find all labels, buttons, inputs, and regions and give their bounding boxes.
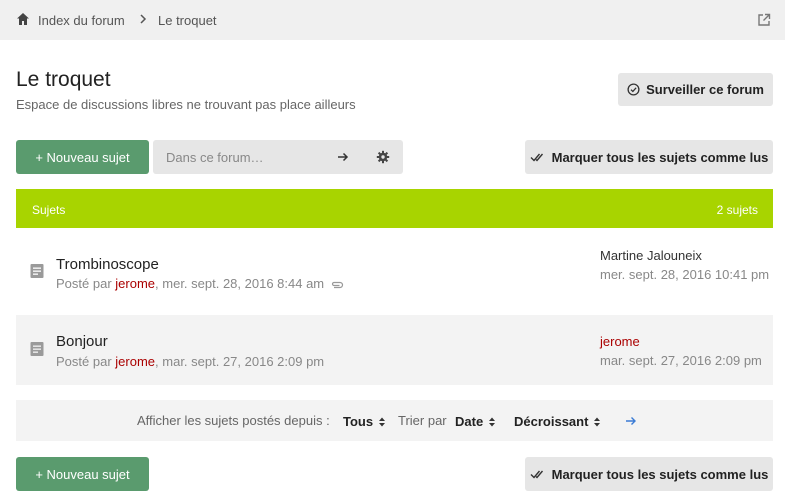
sort-order-select[interactable]: Décroissant xyxy=(514,414,601,429)
arrow-right-icon[interactable] xyxy=(336,150,350,164)
topic-filter-bar: Afficher les sujets postés depuis : Tous… xyxy=(16,400,773,441)
sort-by-label: Trier par xyxy=(398,413,447,428)
author-link[interactable]: jerome xyxy=(115,354,155,369)
last-post-date: mer. sept. 28, 2016 10:41 pm xyxy=(600,267,770,282)
topic-meta: Posté par jerome, mar. sept. 27, 2016 2:… xyxy=(56,354,324,369)
last-post-date: mar. sept. 27, 2016 2:09 pm xyxy=(600,353,762,368)
page-title: Le troquet xyxy=(16,68,111,91)
topic-date: , mer. sept. 28, 2016 8:44 am xyxy=(155,276,325,291)
last-post: Martine Jalouneix mer. sept. 28, 2016 10… xyxy=(600,246,770,284)
check-circle-icon xyxy=(627,83,640,96)
home-icon[interactable] xyxy=(16,12,30,26)
mark-all-read-label: Marquer tous les sujets comme lus xyxy=(551,466,769,482)
sort-by-select[interactable]: Date xyxy=(455,414,496,429)
table-row: Bonjour Posté par jerome, mar. sept. 27,… xyxy=(16,315,773,385)
topic-date: , mar. sept. 27, 2016 2:09 pm xyxy=(155,354,325,369)
show-since-label: Afficher les sujets postés depuis : xyxy=(137,413,330,428)
gear-icon[interactable] xyxy=(376,150,390,164)
document-icon xyxy=(30,264,44,278)
show-since-value: Tous xyxy=(343,414,374,429)
double-check-icon xyxy=(530,470,543,479)
topic-title-link[interactable]: Trombinoscope xyxy=(56,256,159,273)
watch-forum-label: Surveiller ce forum xyxy=(646,82,764,97)
breadcrumb-link-index[interactable]: Index du forum xyxy=(38,13,125,28)
author-link[interactable]: jerome xyxy=(115,276,155,291)
last-post-user[interactable]: jerome xyxy=(600,332,770,351)
arrow-right-icon[interactable] xyxy=(625,415,637,427)
sort-caret-icon xyxy=(489,417,496,426)
forum-search xyxy=(153,140,403,174)
topic-title-link[interactable]: Bonjour xyxy=(56,333,108,350)
last-post: jerome mar. sept. 27, 2016 2:09 pm xyxy=(600,332,770,370)
forum-description: Espace de discussions libres ne trouvant… xyxy=(16,97,356,112)
topics-count: 2 sujets xyxy=(716,203,758,217)
breadcrumb-bar: Index du forum Le troquet xyxy=(0,0,785,40)
new-topic-label: + Nouveau sujet xyxy=(35,149,130,165)
mark-all-read-label: Marquer tous les sujets comme lus xyxy=(551,149,769,165)
table-row: Trombinoscope Posté par jerome, mer. sep… xyxy=(16,236,773,306)
sort-by-value: Date xyxy=(455,414,484,429)
posted-by-label: Posté par xyxy=(56,354,112,369)
mark-all-read-button[interactable]: Marquer tous les sujets comme lus xyxy=(525,457,773,491)
last-post-user[interactable]: Martine Jalouneix xyxy=(600,246,770,265)
posted-by-label: Posté par xyxy=(56,276,112,291)
topic-meta: Posté par jerome, mer. sept. 28, 2016 8:… xyxy=(56,276,344,291)
topics-header: Sujets 2 sujets xyxy=(16,189,773,228)
double-check-icon xyxy=(530,153,543,162)
sort-caret-icon xyxy=(379,417,386,426)
breadcrumb-link-current[interactable]: Le troquet xyxy=(158,13,217,28)
watch-forum-button[interactable]: Surveiller ce forum xyxy=(618,73,773,106)
search-input[interactable] xyxy=(153,140,328,174)
new-topic-button[interactable]: + Nouveau sujet xyxy=(16,457,149,491)
sort-order-value: Décroissant xyxy=(514,414,589,429)
new-topic-label: + Nouveau sujet xyxy=(35,466,130,482)
topics-header-label: Sujets xyxy=(32,203,66,217)
mark-all-read-button[interactable]: Marquer tous les sujets comme lus xyxy=(525,140,773,174)
show-since-select[interactable]: Tous xyxy=(343,414,386,429)
new-topic-button[interactable]: + Nouveau sujet xyxy=(16,140,149,174)
sort-caret-icon xyxy=(594,417,601,426)
paperclip-icon xyxy=(332,281,344,288)
document-icon xyxy=(30,342,44,356)
chevron-right-icon xyxy=(140,14,147,24)
external-link-icon[interactable] xyxy=(757,13,771,27)
